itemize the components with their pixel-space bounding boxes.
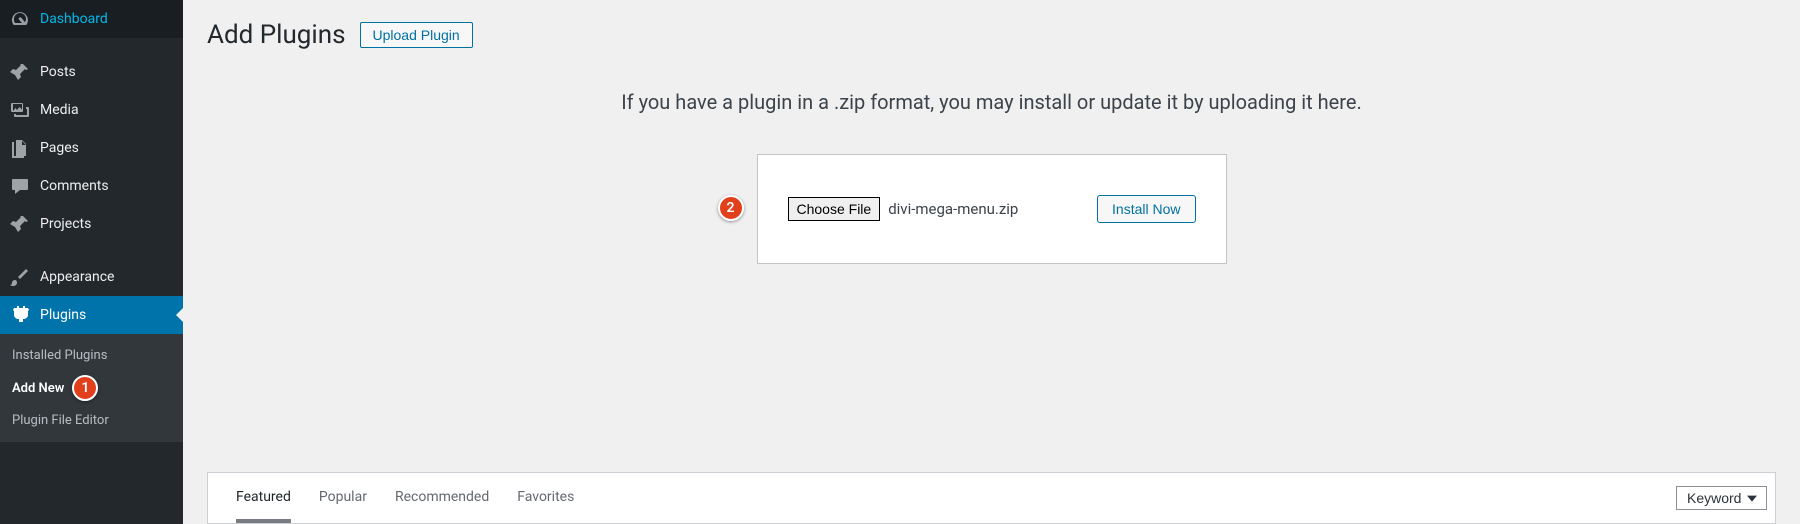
page-icon [10,138,30,158]
comments-icon [10,176,30,196]
plugin-filter-bar: Featured Popular Recommended Favorites K… [207,472,1776,524]
tab-recommended[interactable]: Recommended [381,473,503,523]
page-header: Add Plugins Upload Plugin [207,20,1776,50]
sidebar-item-projects[interactable]: Projects [0,205,183,243]
callout-badge-1: 1 [72,375,98,401]
sidebar-sub-installed[interactable]: Installed Plugins [0,342,183,369]
page-title: Add Plugins [207,20,346,50]
upload-form: 2 Choose File divi-mega-menu.zip Install… [757,154,1227,264]
sidebar-item-label: Dashboard [40,11,173,27]
sidebar-item-label: Plugins [40,307,173,323]
sidebar-sub-addnew[interactable]: Add New 1 [0,369,183,407]
main-content: Add Plugins Upload Plugin If you have a … [183,0,1800,524]
dashboard-icon [10,9,30,29]
choose-file-button[interactable]: Choose File [788,197,881,221]
brush-icon [10,267,30,287]
sidebar-item-comments[interactable]: Comments [0,167,183,205]
chosen-file-name: divi-mega-menu.zip [888,200,1018,218]
pin-icon [10,62,30,82]
sidebar-item-label: Projects [40,216,173,232]
sidebar-item-label: Comments [40,178,173,194]
upload-description: If you have a plugin in a .zip format, y… [621,90,1362,114]
sidebar-item-pages[interactable]: Pages [0,129,183,167]
tab-featured[interactable]: Featured [222,473,305,523]
sidebar-submenu-plugins: Installed Plugins Add New 1 Plugin File … [0,334,183,442]
sidebar-item-plugins[interactable]: Plugins [0,296,183,334]
media-icon [10,100,30,120]
sidebar-sub-label: Plugin File Editor [12,413,109,428]
sidebar-item-media[interactable]: Media [0,91,183,129]
admin-sidebar: Dashboard Posts Media Pages Comments Pro… [0,0,183,524]
sidebar-sub-label: Installed Plugins [12,348,107,363]
plugin-icon [10,305,30,325]
sidebar-item-label: Posts [40,64,173,80]
callout-badge-2: 2 [718,195,744,221]
sidebar-sub-editor[interactable]: Plugin File Editor [0,407,183,434]
sidebar-item-label: Appearance [40,269,173,285]
tab-popular[interactable]: Popular [305,473,381,523]
tab-favorites[interactable]: Favorites [503,473,588,523]
sidebar-item-label: Media [40,102,173,118]
search-type-wrap: Keyword [1676,478,1775,518]
sidebar-item-dashboard[interactable]: Dashboard [0,0,183,38]
sidebar-sub-label: Add New [12,381,64,396]
sidebar-item-appearance[interactable]: Appearance [0,258,183,296]
install-now-button[interactable]: Install Now [1097,195,1195,223]
upload-plugin-button[interactable]: Upload Plugin [360,22,473,48]
filter-tabs: Featured Popular Recommended Favorites [208,473,602,523]
callout-2-wrap: 2 [718,195,744,221]
sidebar-item-label: Pages [40,140,173,156]
search-type-select[interactable]: Keyword [1676,486,1767,510]
pin-icon [10,214,30,234]
sidebar-item-posts[interactable]: Posts [0,53,183,91]
file-picker: Choose File divi-mega-menu.zip [788,197,1019,221]
